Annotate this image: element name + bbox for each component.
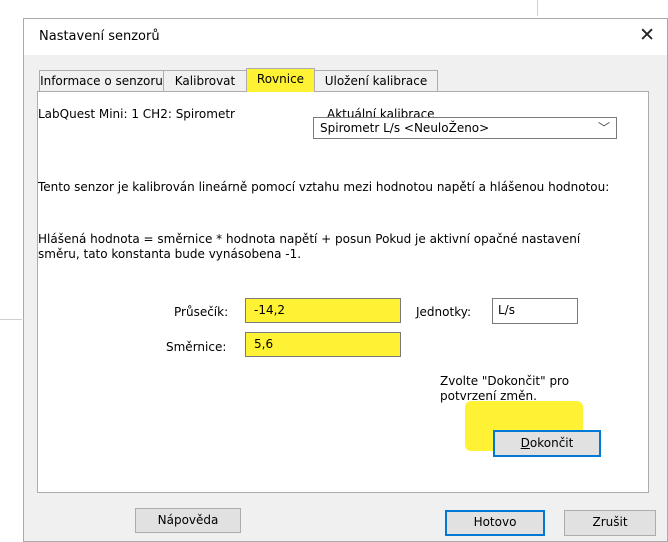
tab-equation[interactable]: Rovnice xyxy=(246,68,315,92)
close-icon[interactable]: ✕ xyxy=(639,24,655,46)
units-label-text: ednotky: xyxy=(419,305,471,319)
background-divider xyxy=(0,319,22,320)
finish-button-hotkey: D xyxy=(520,436,530,450)
finish-hint: Zvolte "Dokončit" pro potvrzení změn. xyxy=(440,374,570,403)
equation-formula: Hlášená hodnota = směrnice * hodnota nap… xyxy=(38,232,581,261)
intercept-input[interactable]: -14,2 xyxy=(245,298,401,323)
dialog-title: Nastavení senzorů xyxy=(39,29,160,44)
calibration-select[interactable]: Spirometr L/s <NeuloŽeno> ﹀ xyxy=(313,117,617,139)
slope-input[interactable]: 5,6 xyxy=(245,332,401,357)
units-label: Jednotky: xyxy=(416,305,471,319)
tab-calibrate[interactable]: Kalibrovat xyxy=(163,70,247,91)
units-value: L/s xyxy=(498,303,515,317)
chevron-down-icon: ﹀ xyxy=(597,121,610,135)
finish-button[interactable]: Dokončit xyxy=(493,430,601,457)
calibration-select-value: Spirometr L/s <NeuloŽeno> xyxy=(320,121,490,135)
tab-save-calibration[interactable]: Uložení kalibrace xyxy=(314,70,438,91)
slope-value: 5,6 xyxy=(254,337,274,351)
cancel-button[interactable]: Zrušit xyxy=(564,510,656,536)
slope-label: Směrnice: xyxy=(166,340,227,354)
done-button[interactable]: Hotovo xyxy=(445,510,545,536)
background-divider xyxy=(537,0,538,16)
tab-sensor-info[interactable]: Informace o senzoru xyxy=(39,70,164,91)
calibration-description: Tento senzor je kalibrován lineárně pomo… xyxy=(38,180,610,194)
intercept-value: -14,2 xyxy=(254,303,286,317)
sensor-label: LabQuest Mini: 1 CH2: Spirometr xyxy=(38,107,235,121)
sensor-settings-dialog: Nastavení senzorů ✕ Informace o senzoru … xyxy=(23,18,668,542)
help-button[interactable]: Nápověda xyxy=(135,508,241,533)
title-bar: Nastavení senzorů ✕ xyxy=(24,19,667,55)
finish-button-label: okončit xyxy=(529,436,574,450)
units-input[interactable]: L/s xyxy=(492,298,578,324)
intercept-label: Průsečík: xyxy=(174,305,229,319)
